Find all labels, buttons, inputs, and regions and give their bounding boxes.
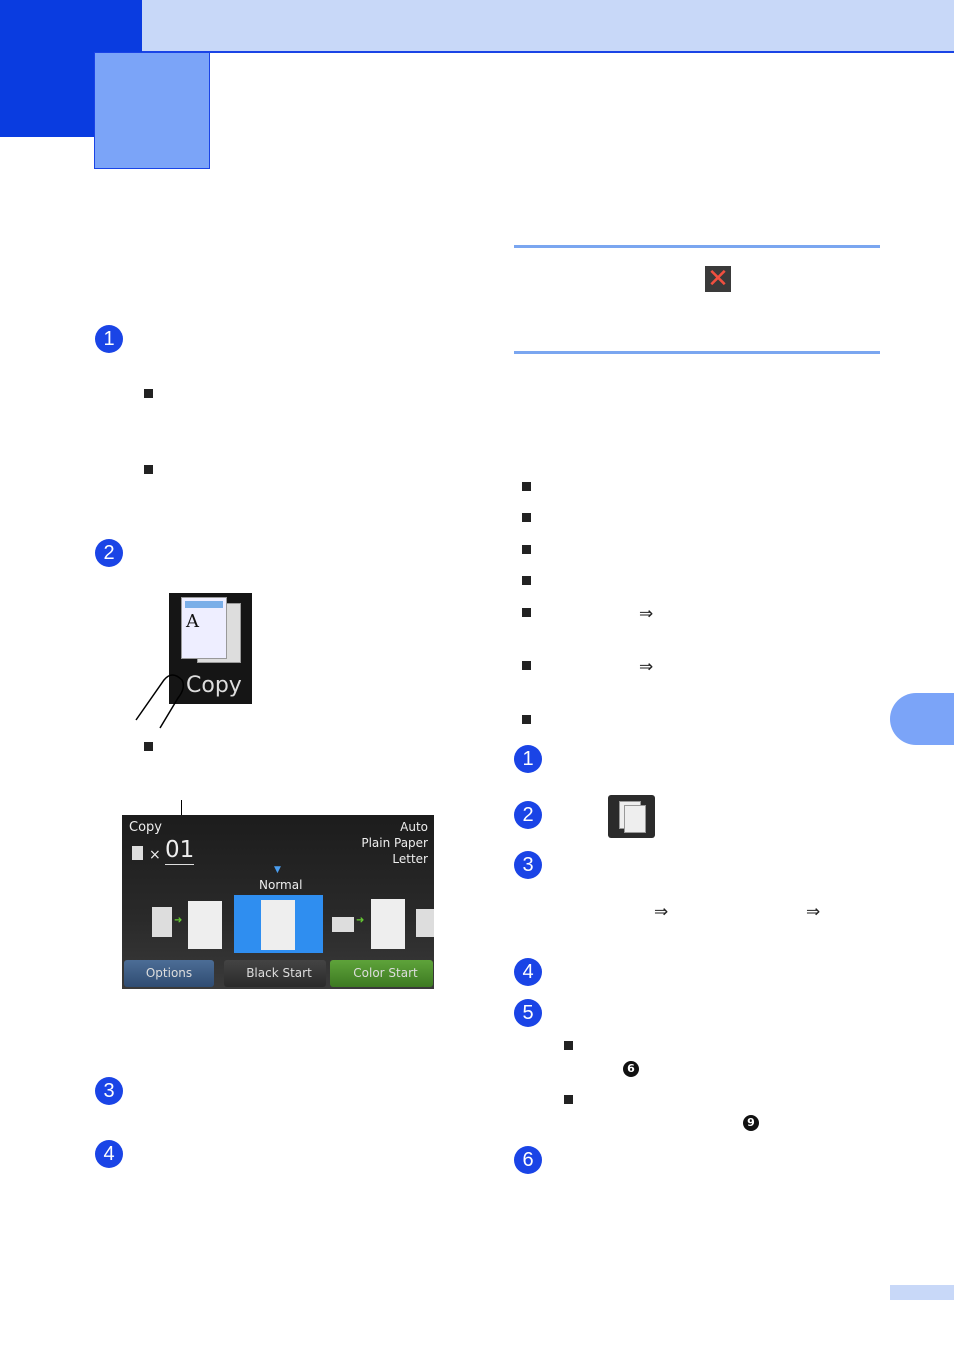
close-icon: ✕ (705, 266, 731, 292)
bullet (564, 1095, 573, 1104)
copy-label: Copy (186, 673, 242, 698)
preset-id-card-out[interactable] (371, 899, 405, 949)
arrow-icon: ➜ (174, 915, 183, 926)
mode-label: Normal (259, 878, 303, 892)
note-rule-bottom (514, 351, 880, 354)
copy-count[interactable]: 01 (165, 837, 195, 865)
arrow: ⇒ (654, 902, 669, 922)
header-band (142, 0, 954, 53)
step-number: 4 (514, 958, 542, 986)
arrow: ⇒ (806, 902, 821, 922)
bullet (522, 545, 531, 554)
bullet (522, 576, 531, 585)
paper-size: Letter (392, 852, 428, 866)
chapter-box (94, 52, 210, 169)
step-number: 3 (95, 1077, 123, 1105)
step-number: 4 (95, 1140, 123, 1168)
bullet (522, 482, 531, 491)
copies-icon (132, 846, 143, 860)
step-number: 3 (514, 851, 542, 879)
bullet (522, 661, 531, 670)
times-sign: × (149, 847, 161, 863)
step-ref: 6 (623, 1061, 639, 1077)
finger-icon (135, 674, 185, 729)
lcd-copy-screen: Copy × 01 Auto Plain Paper Letter ▼ Norm… (122, 815, 434, 989)
tray: Auto (400, 820, 428, 834)
step-number: 2 (95, 539, 123, 567)
preset-next[interactable] (416, 909, 434, 937)
bullet (522, 715, 531, 724)
paper-type: Plain Paper (361, 836, 428, 850)
preset-receipt[interactable] (152, 907, 172, 937)
bullet (144, 742, 153, 751)
bullet (564, 1041, 573, 1050)
step-number: 1 (95, 325, 123, 353)
bullet (144, 465, 153, 474)
step-ref: 9 (743, 1115, 759, 1131)
arrow-icon: ➜ (356, 915, 365, 926)
chapter-side-tab (890, 693, 954, 745)
bullet (144, 389, 153, 398)
step-number: 1 (514, 745, 542, 773)
preset-id-card[interactable] (332, 917, 354, 932)
options-button[interactable]: Options (124, 960, 214, 987)
arrow: ⇒ (639, 657, 654, 677)
arrow: ⇒ (639, 604, 654, 624)
lcd-title: Copy (129, 820, 162, 835)
color-start-button[interactable]: Color Start (330, 960, 433, 987)
page-number-tab (890, 1285, 954, 1300)
note-rule-top (514, 245, 880, 248)
settings-summary[interactable]: Auto Plain Paper Letter (361, 819, 428, 867)
preset-normal[interactable] (234, 895, 323, 953)
copy-small-icon (608, 795, 655, 838)
preset-receipt-out[interactable] (188, 901, 222, 949)
step-number: 2 (514, 801, 542, 829)
black-start-button[interactable]: Black Start (224, 960, 326, 987)
bullet (522, 513, 531, 522)
step-number: 6 (514, 1146, 542, 1174)
step-number: 5 (514, 999, 542, 1027)
selector-arrow-icon: ▼ (274, 865, 281, 875)
bullet (522, 608, 531, 617)
